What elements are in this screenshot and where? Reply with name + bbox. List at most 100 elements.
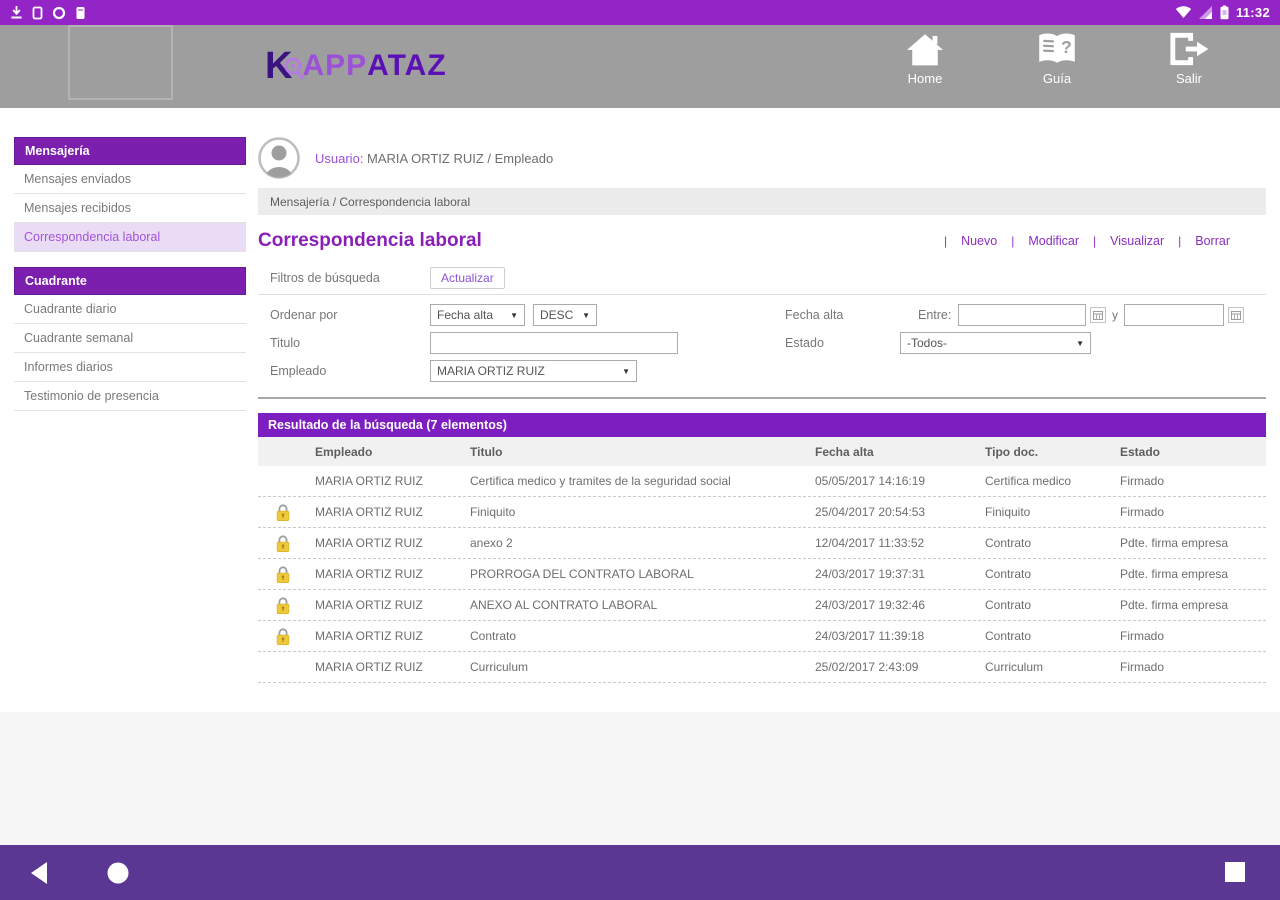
app-header: K APP ATAZ Home ? Guía	[0, 25, 1280, 108]
row-fecha-alta: 24/03/2017 19:32:46	[815, 598, 985, 612]
modificar-link[interactable]: Modificar	[1028, 234, 1079, 248]
sidebar-item-informes-diarios[interactable]: Informes diarios	[14, 353, 246, 382]
home-label: Home	[908, 71, 943, 86]
row-titulo: ANEXO AL CONTRATO LABORAL	[470, 598, 815, 612]
recents-icon[interactable]	[1224, 861, 1246, 883]
back-icon[interactable]	[28, 861, 50, 885]
actualizar-button[interactable]: Actualizar	[430, 267, 505, 289]
empleado-select[interactable]: MARIA ORTIZ RUIZ ▼	[430, 360, 637, 382]
filters-header: Filtros de búsqueda Actualizar	[258, 265, 1266, 295]
table-row[interactable]: MARIA ORTIZ RUIZ Contrato 24/03/2017 11:…	[258, 621, 1266, 652]
user-info: Usuario: MARIA ORTIZ RUIZ / Empleado	[315, 151, 553, 166]
sidebar-section-cuadrante: Cuadrante Cuadrante diario Cuadrante sem…	[14, 267, 246, 411]
table-row[interactable]: MARIA ORTIZ RUIZ PRORROGA DEL CONTRATO L…	[258, 559, 1266, 590]
fecha-hasta-input[interactable]	[1124, 304, 1224, 326]
download-icon	[10, 5, 23, 20]
sidebar: Mensajería Mensajes enviados Mensajes re…	[14, 137, 246, 426]
user-name: MARIA ORTIZ RUIZ / Empleado	[363, 151, 553, 166]
calendar-button-desde[interactable]	[1090, 307, 1106, 323]
fecha-desde-input[interactable]	[958, 304, 1086, 326]
table-row[interactable]: MARIA ORTIZ RUIZ anexo 2 12/04/2017 11:3…	[258, 528, 1266, 559]
user-row: Usuario: MARIA ORTIZ RUIZ / Empleado	[258, 137, 1266, 179]
logo-text-ataz: ATAZ	[367, 51, 447, 81]
home-icon	[905, 31, 945, 67]
filter-row-empleado: Empleado MARIA ORTIZ RUIZ ▼	[258, 359, 1266, 387]
calendar-icon	[1093, 310, 1103, 320]
table-row[interactable]: MARIA ORTIZ RUIZ Certifica medico y tram…	[258, 466, 1266, 497]
home-button[interactable]: Home	[884, 31, 966, 86]
nuevo-link[interactable]: Nuevo	[961, 234, 997, 248]
table-row[interactable]: MARIA ORTIZ RUIZ Curriculum 25/02/2017 2…	[258, 652, 1266, 683]
title-row: Correspondencia laboral | Nuevo | Modifi…	[258, 227, 1266, 255]
lock-icon	[274, 534, 292, 553]
row-fecha-alta: 25/04/2017 20:54:53	[815, 505, 985, 519]
row-titulo: Finiquito	[470, 505, 815, 519]
row-estado: Firmado	[1120, 505, 1266, 519]
sidebar-header-cuadrante: Cuadrante	[14, 267, 246, 295]
row-tipo-doc: Certifica medico	[985, 474, 1120, 488]
status-right-icons: 11:32	[1175, 5, 1270, 20]
row-titulo: Contrato	[470, 629, 815, 643]
sidebar-item-correspondencia-laboral[interactable]: Correspondencia laboral	[14, 223, 246, 252]
sidebar-item-testimonio-de-presencia[interactable]: Testimonio de presencia	[14, 382, 246, 411]
sim-icon	[32, 6, 43, 20]
page-title: Correspondencia laboral	[258, 230, 482, 252]
sidebar-item-mensajes-recibidos[interactable]: Mensajes recibidos	[14, 194, 246, 223]
lock-icon	[274, 503, 292, 522]
sort-field-select[interactable]: Fecha alta ▼	[430, 304, 525, 326]
sidebar-item-mensajes-enviados[interactable]: Mensajes enviados	[14, 165, 246, 194]
sort-dir-select[interactable]: DESC ▼	[533, 304, 597, 326]
row-tipo-doc: Curriculum	[985, 660, 1120, 674]
home-circle-icon[interactable]	[106, 861, 130, 885]
row-estado: Firmado	[1120, 474, 1266, 488]
col-fecha-alta: Fecha alta	[815, 445, 985, 459]
lock-cell	[258, 658, 315, 677]
page-body: Mensajería Mensajes enviados Mensajes re…	[0, 108, 1280, 712]
row-tipo-doc: Contrato	[985, 629, 1120, 643]
salir-button[interactable]: Salir	[1148, 31, 1230, 86]
row-titulo: Certifica medico y tramites de la seguri…	[470, 474, 815, 488]
row-tipo-doc: Contrato	[985, 536, 1120, 550]
row-fecha-alta: 25/02/2017 2:43:09	[815, 660, 985, 674]
row-tipo-doc: Contrato	[985, 598, 1120, 612]
header-nav: Home ? Guía Salir	[884, 31, 1230, 86]
lock-icon	[274, 627, 292, 646]
calendar-button-hasta[interactable]	[1228, 307, 1244, 323]
col-empleado: Empleado	[315, 445, 470, 459]
user-prefix-link[interactable]: Usuario:	[315, 151, 363, 166]
visualizar-link[interactable]: Visualizar	[1110, 234, 1164, 248]
row-estado: Pdte. firma empresa	[1120, 598, 1266, 612]
estado-value: -Todos-	[907, 336, 947, 350]
action-separator: |	[1178, 234, 1181, 248]
row-empleado: MARIA ORTIZ RUIZ	[315, 505, 470, 519]
results-header-bar: Resultado de la búsqueda (7 elementos)	[258, 413, 1266, 437]
borrar-link[interactable]: Borrar	[1195, 234, 1230, 248]
table-row[interactable]: MARIA ORTIZ RUIZ ANEXO AL CONTRATO LABOR…	[258, 590, 1266, 621]
y-label: y	[1112, 308, 1118, 322]
row-empleado: MARIA ORTIZ RUIZ	[315, 598, 470, 612]
empleado-label: Empleado	[270, 364, 326, 378]
estado-select[interactable]: -Todos- ▼	[900, 332, 1091, 354]
titulo-input[interactable]	[430, 332, 678, 354]
row-empleado: MARIA ORTIZ RUIZ	[315, 536, 470, 550]
sidebar-item-cuadrante-semanal[interactable]: Cuadrante semanal	[14, 324, 246, 353]
table-row[interactable]: MARIA ORTIZ RUIZ Finiquito 25/04/2017 20…	[258, 497, 1266, 528]
avatar	[258, 137, 300, 179]
action-separator: |	[1093, 234, 1096, 248]
row-tipo-doc: Contrato	[985, 567, 1120, 581]
guide-book-icon: ?	[1036, 31, 1078, 67]
col-estado: Estado	[1120, 445, 1266, 459]
fecha-alta-label: Fecha alta	[785, 308, 843, 322]
row-fecha-alta: 05/05/2017 14:16:19	[815, 474, 985, 488]
section-divider	[258, 397, 1266, 399]
guia-button[interactable]: ? Guía	[1016, 31, 1098, 86]
col-titulo: Titulo	[470, 445, 815, 459]
status-left-icons	[10, 5, 86, 20]
main-content: Usuario: MARIA ORTIZ RUIZ / Empleado Men…	[258, 137, 1266, 683]
battery-icon	[1220, 5, 1229, 20]
sidebar-item-cuadrante-diario[interactable]: Cuadrante diario	[14, 295, 246, 324]
action-links: | Nuevo | Modificar | Visualizar | Borra…	[930, 234, 1266, 248]
row-fecha-alta: 24/03/2017 19:37:31	[815, 567, 985, 581]
filters-form: Ordenar por Fecha alta ▼ DESC ▼ Fecha al…	[258, 303, 1266, 387]
guia-label: Guía	[1043, 71, 1071, 86]
